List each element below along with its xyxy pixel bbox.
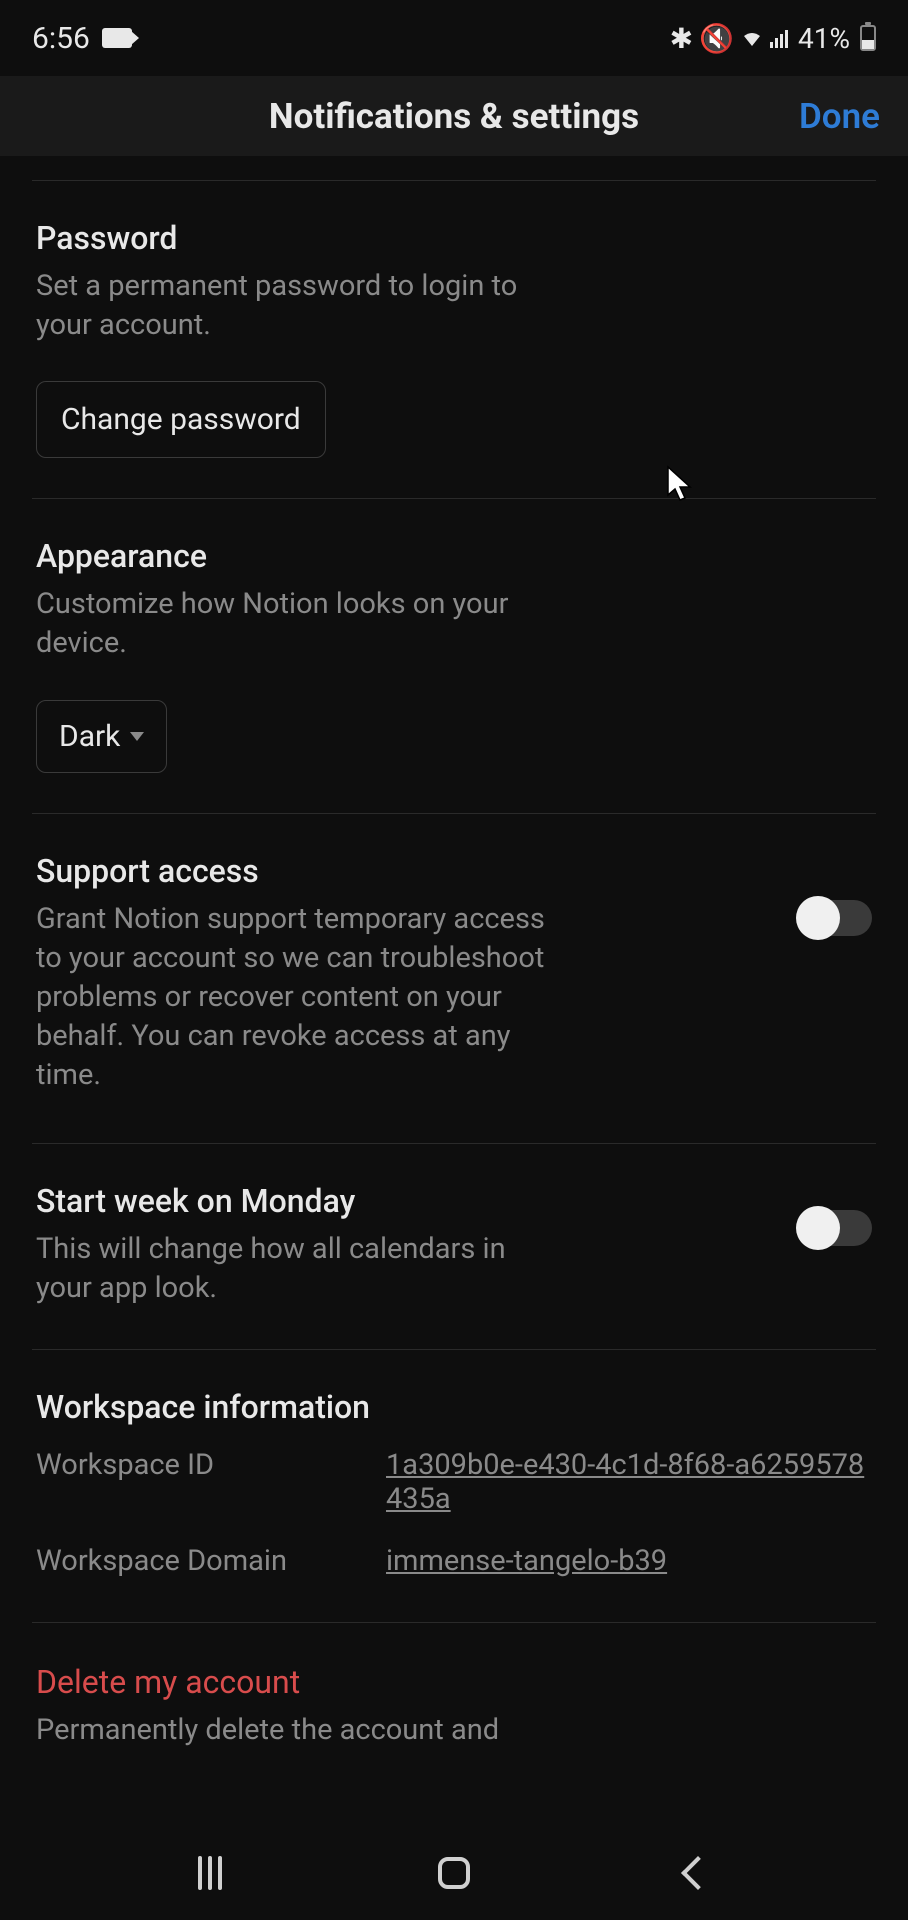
start-week-title: Start week on Monday — [36, 1182, 776, 1220]
support-title: Support access — [36, 852, 776, 890]
appearance-description: Customize how Notion looks on your devic… — [36, 585, 556, 663]
delete-account-section[interactable]: Delete my account Permanently delete the… — [36, 1623, 872, 1750]
page-title: Notifications & settings — [269, 96, 639, 137]
support-access-section: Support access Grant Notion support temp… — [36, 814, 872, 1144]
signal-icon — [770, 22, 792, 55]
camera-icon — [102, 28, 132, 48]
recent-apps-button[interactable] — [198, 1856, 222, 1890]
appearance-section: Appearance Customize how Notion looks on… — [36, 499, 872, 812]
status-left: 6:56 — [32, 21, 132, 56]
home-button[interactable] — [438, 1857, 470, 1889]
password-section: Password Set a permanent password to log… — [36, 181, 872, 498]
done-button[interactable]: Done — [799, 96, 880, 137]
navigation-bar — [0, 1826, 908, 1920]
back-button[interactable] — [681, 1856, 715, 1890]
page-header: Notifications & settings Done — [0, 76, 908, 156]
workspace-title: Workspace information — [36, 1388, 872, 1426]
workspace-id-label: Workspace ID — [36, 1448, 356, 1516]
toggle-knob — [796, 1206, 840, 1250]
workspace-id-value[interactable]: 1a309b0e-e430-4c1d-8f68-a6259578435a — [386, 1448, 872, 1516]
battery-icon — [860, 25, 876, 51]
support-access-toggle[interactable] — [800, 900, 872, 936]
workspace-info-section: Workspace information Workspace ID 1a309… — [36, 1350, 872, 1622]
status-bar: 6:56 ✱ 🔇 41% — [0, 0, 908, 76]
workspace-domain-label: Workspace Domain — [36, 1544, 356, 1578]
support-description: Grant Notion support temporary access to… — [36, 900, 556, 1096]
delete-account-description: Permanently delete the account and — [36, 1711, 556, 1750]
status-time: 6:56 — [32, 21, 90, 56]
start-week-section: Start week on Monday This will change ho… — [36, 1144, 872, 1348]
password-title: Password — [36, 219, 872, 257]
change-password-button[interactable]: Change password — [36, 381, 326, 458]
workspace-domain-value[interactable]: immense-tangelo-b39 — [386, 1544, 667, 1578]
delete-account-title: Delete my account — [36, 1663, 872, 1701]
appearance-value: Dark — [59, 719, 120, 754]
start-week-toggle[interactable] — [800, 1210, 872, 1246]
appearance-dropdown[interactable]: Dark — [36, 700, 167, 773]
start-week-description: This will change how all calendars in yo… — [36, 1230, 556, 1308]
mute-icon: 🔇 — [699, 22, 734, 55]
appearance-title: Appearance — [36, 537, 872, 575]
toggle-knob — [796, 896, 840, 940]
wifi-icon — [740, 22, 764, 55]
chevron-down-icon — [130, 732, 144, 741]
battery-percent: 41% — [798, 22, 850, 55]
status-icons: ✱ — [670, 22, 693, 55]
password-description: Set a permanent password to login to you… — [36, 267, 556, 345]
status-right: ✱ 🔇 41% — [670, 22, 876, 55]
